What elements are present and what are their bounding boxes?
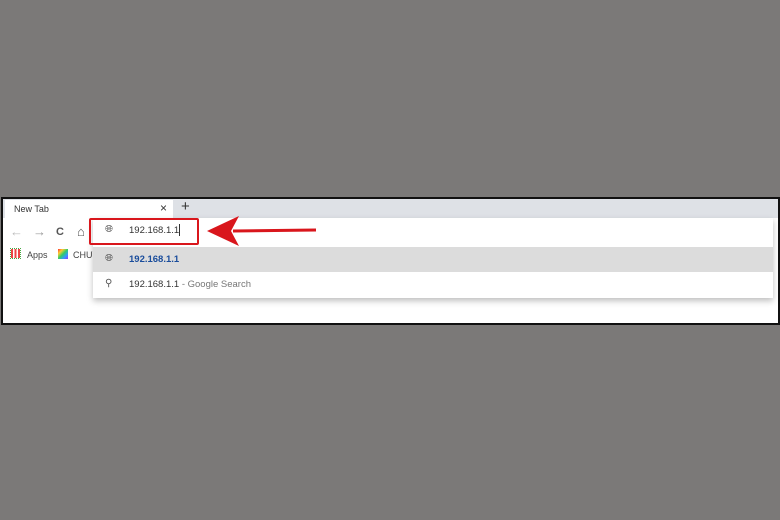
search-icon: ⚲ xyxy=(105,278,113,289)
tab-title: New Tab xyxy=(14,204,49,214)
highlight-box xyxy=(89,218,199,245)
tab-new-tab[interactable]: New Tab × xyxy=(5,200,173,218)
globe-icon: 🌐︎ xyxy=(105,253,113,264)
red-arrow-annotation xyxy=(207,216,317,246)
arrow-shaft xyxy=(232,228,317,233)
reload-icon[interactable]: C xyxy=(56,226,64,238)
home-icon[interactable]: ⌂ xyxy=(77,224,85,239)
bookmark-apps[interactable]: Apps xyxy=(27,250,48,260)
browser-window: New Tab × + ← → C ⌂ Apps CHUY 🌐︎ 192.168… xyxy=(1,197,780,325)
suggestion-suffix: - Google Search xyxy=(179,279,252,290)
apps-grid-icon xyxy=(10,248,21,259)
tab-strip: New Tab × + xyxy=(3,199,778,218)
back-icon[interactable]: ← xyxy=(10,224,23,239)
new-tab-button[interactable]: + xyxy=(181,199,190,215)
suggestion-text: 192.168.1.1 xyxy=(129,254,180,265)
suggestion-text: 192.168.1.1 xyxy=(129,279,180,290)
forward-icon[interactable]: → xyxy=(33,224,46,239)
suggestion-item[interactable]: ⚲ 192.168.1.1 - Google Search xyxy=(93,272,773,297)
suggestion-item[interactable]: 🌐︎ 192.168.1.1 xyxy=(93,247,773,272)
colorful-folder-icon xyxy=(58,249,68,259)
close-icon[interactable]: × xyxy=(160,201,167,215)
